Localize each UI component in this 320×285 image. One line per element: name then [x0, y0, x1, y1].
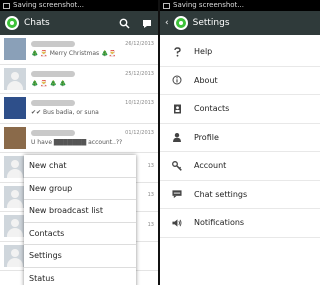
- settings-item-label: Profile: [194, 132, 219, 142]
- profile-icon: [172, 132, 182, 143]
- app-bar: ‹ Settings: [160, 11, 320, 35]
- status-text: Saving screenshot...: [173, 1, 244, 9]
- chat-time: 26/12/2013: [125, 41, 154, 48]
- menu-item-new-chat[interactable]: New chat: [24, 155, 136, 178]
- menu-item-new-broadcast-list[interactable]: New broadcast list: [24, 200, 136, 223]
- menu-item-settings[interactable]: Settings: [24, 245, 136, 268]
- chat-time: 13: [147, 162, 154, 169]
- chat-row[interactable]: 01/12/2013 U have ███████ account..??: [0, 124, 158, 153]
- new-chat-icon[interactable]: [140, 16, 154, 30]
- back-icon[interactable]: ‹: [165, 18, 169, 28]
- chat-row[interactable]: 10/12/2013 ✔✔ Bus badia, or suna: [0, 94, 158, 124]
- page-title: Chats: [24, 18, 50, 28]
- settings-item-notifications[interactable]: Notifications: [160, 209, 320, 238]
- app-bar: Chats: [0, 11, 158, 35]
- settings-item-contacts[interactable]: Contacts: [160, 95, 320, 124]
- chat-preview: U have ███████ account..??: [31, 138, 123, 146]
- speaker-icon: [172, 218, 182, 228]
- avatar[interactable]: [4, 244, 26, 267]
- chat-time: 25/12/2013: [125, 70, 154, 77]
- avatar[interactable]: [4, 156, 26, 179]
- chat-time: 01/12/2013: [125, 129, 154, 136]
- settings-item-profile[interactable]: Profile: [160, 124, 320, 152]
- contact-name-blurred: [31, 41, 75, 48]
- chat-preview: 🎄 🎅 Merry Christmas 🎄🎅: [31, 50, 117, 58]
- settings-screen: Saving screenshot... ‹ Settings Help Abou…: [160, 0, 320, 285]
- page-title: Settings: [192, 18, 230, 28]
- whatsapp-logo-icon[interactable]: [173, 16, 188, 30]
- contacts-icon: [172, 104, 182, 114]
- chat-time: 13: [147, 221, 154, 228]
- chat-icon: [172, 189, 182, 199]
- settings-item-label: About: [194, 75, 218, 85]
- key-icon: [172, 160, 182, 171]
- menu-item-contacts[interactable]: Contacts: [24, 223, 136, 245]
- chat-time: 13: [147, 192, 154, 199]
- avatar[interactable]: [4, 38, 26, 61]
- screenshot-icon: [3, 2, 10, 9]
- help-icon: [172, 47, 182, 57]
- chat-row[interactable]: 26/12/2013 🎄 🎅 Merry Christmas 🎄🎅: [0, 35, 158, 65]
- info-icon: [172, 75, 182, 85]
- avatar[interactable]: [4, 126, 26, 149]
- contact-name-blurred: [31, 70, 75, 77]
- screenshot-icon: [163, 2, 170, 9]
- chat-preview: 🎄 🎅 🎄 🎄: [31, 79, 67, 87]
- overflow-menu: New chat New group New broadcast list Conta…: [24, 155, 136, 285]
- avatar[interactable]: [4, 97, 26, 120]
- status-bar: Saving screenshot...: [0, 0, 158, 11]
- chat-preview: ✔✔ Bus badia, or suna: [31, 109, 99, 117]
- chat-time: 10/12/2013: [125, 100, 154, 107]
- settings-item-chat-settings[interactable]: Chat settings: [160, 181, 320, 209]
- menu-item-status[interactable]: Status: [24, 268, 136, 285]
- settings-item-help[interactable]: Help: [160, 38, 320, 67]
- avatar[interactable]: [4, 215, 26, 238]
- settings-item-label: Help: [194, 47, 213, 57]
- status-text: Saving screenshot...: [13, 1, 84, 9]
- settings-item-label: Notifications: [194, 218, 245, 228]
- settings-item-account[interactable]: Account: [160, 152, 320, 181]
- settings-item-label: Contacts: [194, 104, 230, 114]
- avatar[interactable]: [4, 185, 26, 208]
- settings-item-about[interactable]: About: [160, 67, 320, 95]
- settings-item-label: Account: [194, 161, 227, 171]
- contact-name-blurred: [31, 129, 75, 136]
- whatsapp-logo-icon[interactable]: [5, 16, 19, 30]
- search-icon[interactable]: [117, 16, 131, 30]
- settings-item-label: Chat settings: [194, 189, 248, 199]
- status-bar: Saving screenshot...: [160, 0, 320, 11]
- settings-list: Help About Contacts Profile Account Chat sett…: [160, 38, 320, 238]
- contact-name-blurred: [31, 100, 75, 107]
- chats-screen: Saving screenshot... Chats 26/12/2013 🎄 🎅…: [0, 0, 160, 285]
- avatar[interactable]: [4, 67, 26, 90]
- chat-row[interactable]: 25/12/2013 🎄 🎅 🎄 🎄: [0, 65, 158, 94]
- menu-item-new-group[interactable]: New group: [24, 178, 136, 200]
